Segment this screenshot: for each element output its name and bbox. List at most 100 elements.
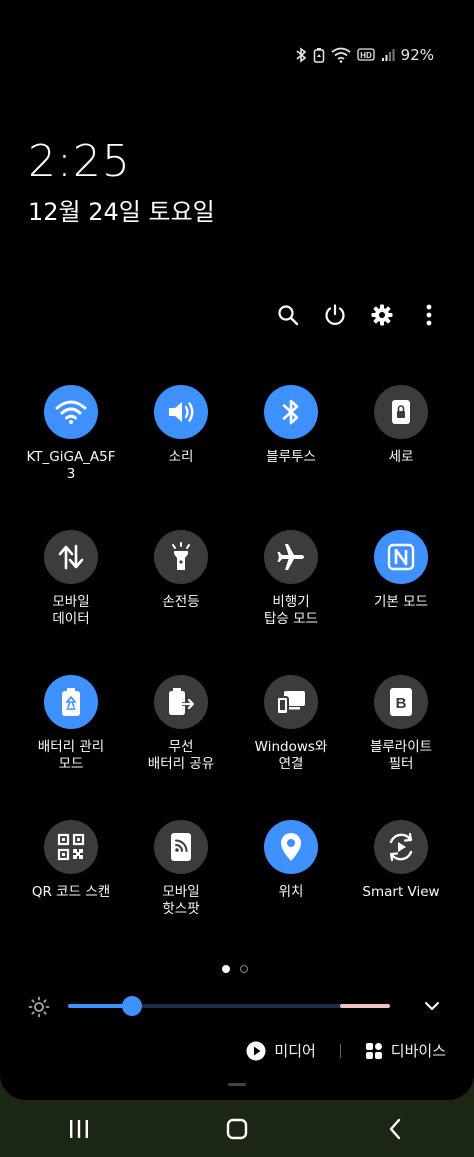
page-dot[interactable]: [240, 965, 248, 973]
home-button[interactable]: [207, 1109, 267, 1149]
portrait-lock-icon: [392, 400, 410, 424]
volume-icon: [169, 402, 194, 422]
recents-icon: [70, 1119, 88, 1138]
tile-label: 소리: [168, 449, 194, 465]
hd-voice-icon: HD: [357, 48, 375, 62]
tile-link-to-windows[interactable]: Windows와 연결: [236, 675, 346, 820]
tile-airplane-mode[interactable]: 비행기 탑승 모드: [236, 530, 346, 675]
tile-icon-bg: [154, 530, 208, 584]
battery-percent: 92%: [400, 46, 434, 64]
battery-saver-icon: [62, 688, 80, 716]
link-to-windows-icon: [276, 691, 305, 715]
bottom-actions: 미디어 디바이스: [246, 1040, 446, 1061]
tile-mobile-hotspot[interactable]: 모바일 핫스팟: [126, 820, 236, 965]
tile-location[interactable]: 위치: [236, 820, 346, 965]
tile-label: 손전등: [162, 594, 200, 610]
brightness-icon: [28, 996, 50, 1018]
tile-label: 모바일 데이터: [52, 594, 90, 627]
svg-text:B: B: [396, 695, 407, 712]
wifi-icon: [331, 47, 351, 63]
recents-button[interactable]: [49, 1109, 109, 1149]
bluetooth-icon: [295, 47, 307, 63]
clock-date[interactable]: 12월 24일 토요일: [28, 192, 215, 227]
tile-icon-bg: [154, 675, 208, 729]
expand-button[interactable]: [420, 994, 444, 1018]
tile-icon-bg: [264, 820, 318, 874]
settings-button[interactable]: [358, 296, 405, 334]
tile-nfc[interactable]: 기본 모드: [346, 530, 456, 675]
tile-label: 기본 모드: [374, 594, 428, 610]
media-label: 미디어: [274, 1042, 316, 1060]
tile-bluetooth[interactable]: 블루투스: [236, 385, 346, 530]
brightness-control: [26, 990, 446, 1022]
tile-icon-bg: [264, 385, 318, 439]
navigation-bar: [0, 1100, 474, 1157]
chevron-down-icon: [425, 1002, 439, 1010]
qr-scan-icon: [57, 833, 85, 861]
tile-blue-light-filter[interactable]: B 블루라이트 필터: [346, 675, 456, 820]
panel-drag-handle[interactable]: [228, 1083, 246, 1086]
tile-wifi[interactable]: KT_GiGA_A5F 3: [16, 385, 126, 530]
tile-orientation[interactable]: 세로: [346, 385, 456, 530]
tile-wireless-powershare[interactable]: 무선 배터리 공유: [126, 675, 236, 820]
tile-icon-bg: [264, 530, 318, 584]
bluetooth-icon: [282, 399, 299, 425]
battery-care-icon: [313, 47, 325, 63]
tile-battery-mode[interactable]: 배터리 관리 모드: [16, 675, 126, 820]
tile-icon-bg: [154, 820, 208, 874]
brightness-slider[interactable]: [68, 996, 390, 1016]
back-button[interactable]: [365, 1109, 425, 1149]
tile-flashlight[interactable]: 손전등: [126, 530, 236, 675]
play-circle-icon: [246, 1041, 266, 1060]
tile-label: 세로: [388, 449, 414, 465]
back-icon: [389, 1118, 401, 1139]
tile-icon-bg: [44, 820, 98, 874]
tile-smart-view[interactable]: Smart View: [346, 820, 456, 965]
tile-label: 블루투스: [266, 449, 316, 465]
more-options-button[interactable]: [405, 296, 452, 334]
devices-button[interactable]: 디바이스: [365, 1040, 446, 1061]
tile-icon-bg: [264, 675, 318, 729]
tile-mobile-data[interactable]: 모바일 데이터: [16, 530, 126, 675]
tile-label: Smart View: [362, 884, 440, 900]
tile-label: 배터리 관리 모드: [37, 739, 105, 772]
tile-icon-bg: [374, 385, 428, 439]
tile-label: 블루라이트 필터: [369, 739, 433, 772]
nfc-icon: [387, 543, 415, 571]
page-indicator: [222, 965, 248, 973]
tile-qr-scan[interactable]: QR 코드 스캔: [16, 820, 126, 965]
action-divider: [339, 1043, 341, 1058]
tile-label: 위치: [278, 884, 304, 900]
page-dot-active[interactable]: [222, 965, 230, 973]
flashlight-icon: [172, 542, 190, 570]
search-button[interactable]: [264, 296, 311, 334]
tile-icon-bg: [44, 675, 98, 729]
status-bar: HD 92%: [295, 42, 434, 68]
tile-icon-bg: [374, 820, 428, 874]
media-button[interactable]: 미디어: [246, 1040, 316, 1061]
hotspot-icon: [171, 833, 191, 861]
search-icon: [277, 305, 298, 326]
wireless-powershare-icon: [169, 688, 196, 715]
devices-grid-icon: [365, 1042, 382, 1059]
tile-label: KT_GiGA_A5F 3: [26, 449, 116, 482]
quick-settings-grid: KT_GiGA_A5F 3 소리 블루투스 세로 모바일 데이터 손전등 비행기…: [16, 385, 456, 965]
airplane-icon: [277, 544, 304, 570]
tile-icon-bg: [44, 530, 98, 584]
clock-time[interactable]: 2:25: [28, 136, 131, 187]
devices-label: 디바이스: [390, 1042, 446, 1060]
svg-text:HD: HD: [360, 51, 372, 60]
mobile-data-icon: [58, 544, 84, 570]
quick-settings-panel: HD 92% 2:25 12월 24일 토요일 KT_GiGA_A5F 3 소리…: [0, 0, 474, 1100]
power-icon: [324, 304, 345, 325]
tile-label: QR 코드 스캔: [31, 884, 111, 900]
tile-label: 비행기 탑승 모드: [264, 594, 318, 627]
header-actions: [264, 296, 452, 334]
tile-sound[interactable]: 소리: [126, 385, 236, 530]
smart-view-icon: [389, 832, 413, 862]
home-icon: [226, 1118, 248, 1139]
tile-icon-bg: [44, 385, 98, 439]
gear-icon: [371, 304, 392, 326]
brightness-slider-thumb[interactable]: [122, 996, 143, 1016]
power-button[interactable]: [311, 296, 358, 334]
